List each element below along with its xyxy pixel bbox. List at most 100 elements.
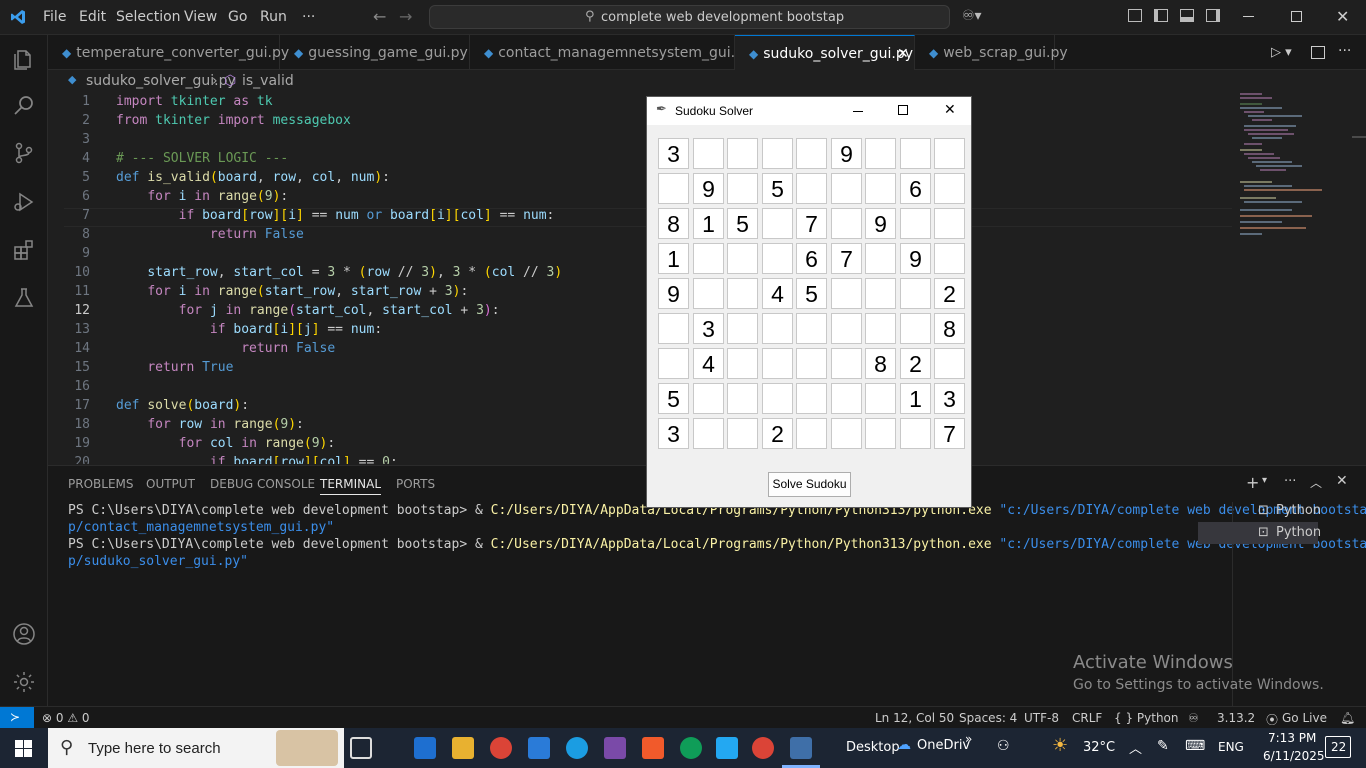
sudoku-cell[interactable] [658,173,689,204]
minimap[interactable] [1232,92,1366,464]
sudoku-cell[interactable]: 6 [900,173,931,204]
sudoku-cell[interactable]: 5 [658,383,689,414]
testing-flask-icon[interactable] [12,286,36,310]
sudoku-cell[interactable] [796,173,827,204]
tab-problems[interactable]: PROBLEMS [68,477,134,491]
clock-date[interactable]: 6/11/2025 [1263,749,1325,763]
sudoku-cell[interactable] [658,348,689,379]
tab-output[interactable]: OUTPUT [146,477,195,491]
sudoku-cell[interactable] [727,348,758,379]
breadcrumb-symbol[interactable]: is_valid [242,73,294,89]
sudoku-cell[interactable] [693,418,724,449]
sudoku-cell[interactable]: 8 [658,208,689,239]
sudoku-cell[interactable] [727,173,758,204]
sudoku-cell[interactable] [900,313,931,344]
sudoku-cell[interactable] [762,383,793,414]
pen-icon[interactable]: ✎ [1157,738,1169,754]
sudoku-cell[interactable] [831,208,862,239]
sudoku-cell[interactable] [865,383,896,414]
sudoku-cell[interactable] [865,173,896,204]
sudoku-cell[interactable]: 9 [865,208,896,239]
menu-more[interactable]: ··· [302,9,315,25]
sudoku-cell[interactable] [727,278,758,309]
sudoku-cell[interactable] [831,348,862,379]
sudoku-cell[interactable]: 1 [900,383,931,414]
menu-run[interactable]: Run [260,9,287,25]
menu-view[interactable]: View [184,9,217,25]
minimap-slider[interactable] [1352,136,1366,138]
python-tk-window-icon[interactable] [790,737,812,759]
clock-time[interactable]: 7:13 PM [1268,731,1316,745]
sudoku-cell[interactable] [865,418,896,449]
sudoku-cell[interactable] [796,348,827,379]
menu-go[interactable]: Go [228,9,247,25]
sudoku-cell[interactable] [762,138,793,169]
back-arrow-icon[interactable]: ← [373,7,386,26]
run-debug-icon[interactable] [12,190,36,214]
panel-more-icon[interactable]: ··· [1284,474,1296,489]
sudoku-cell[interactable] [658,313,689,344]
python-version[interactable]: 3.13.2 [1217,711,1255,725]
sudoku-cell[interactable] [934,173,965,204]
input-language[interactable]: ENG [1218,740,1244,754]
sudoku-cell[interactable] [831,173,862,204]
toolbar-overflow-icon[interactable]: » [965,732,972,746]
sudoku-cell[interactable]: 8 [934,313,965,344]
sudoku-cell[interactable] [727,313,758,344]
sudoku-cell[interactable]: 2 [762,418,793,449]
windows-start-icon[interactable] [15,740,32,757]
sudoku-cell[interactable]: 5 [727,208,758,239]
forward-arrow-icon[interactable]: → [399,7,412,26]
taskbar-search[interactable]: ⚲ Type here to search [48,728,344,768]
tab-debug-console[interactable]: DEBUG CONSOLE [210,477,315,491]
account-icon[interactable] [12,622,36,646]
sudoku-cell[interactable]: 3 [934,383,965,414]
remote-indicator[interactable]: ≻ [0,707,34,729]
problems-count[interactable]: ⊗ 0 ⚠ 0 [42,711,90,725]
end-of-line[interactable]: CRLF [1072,711,1102,725]
sudoku-cell[interactable] [934,243,965,274]
source-control-icon[interactable] [12,141,36,165]
restore-icon[interactable] [1291,11,1302,22]
search-view-icon[interactable] [12,93,36,117]
split-editor-icon[interactable] [1311,46,1325,59]
menu-file[interactable]: File [43,9,66,25]
chrome-profile-2-icon[interactable] [752,737,774,759]
mail-icon[interactable] [528,737,550,759]
sudoku-cell[interactable]: 2 [934,278,965,309]
sudoku-cell[interactable] [934,348,965,379]
sudoku-cell[interactable] [831,278,862,309]
sudoku-cell[interactable] [796,138,827,169]
sudoku-cell[interactable] [831,383,862,414]
sudoku-cell[interactable] [900,418,931,449]
sudoku-cell[interactable]: 9 [831,138,862,169]
sudoku-cell[interactable] [727,418,758,449]
weather-temp[interactable]: 32°C [1083,740,1115,755]
toggle-panel-icon[interactable] [1180,9,1194,22]
sudoku-cell[interactable] [762,348,793,379]
sudoku-cell[interactable]: 1 [693,208,724,239]
sudoku-cell[interactable] [934,208,965,239]
sudoku-cell[interactable] [934,138,965,169]
sudoku-cell[interactable] [796,313,827,344]
sudoku-cell[interactable] [693,383,724,414]
terminal-dropdown-icon[interactable]: ▾ [1262,475,1267,486]
edge-icon[interactable] [566,737,588,759]
sudoku-cell[interactable] [865,313,896,344]
minimize-icon[interactable] [1243,16,1254,17]
more-actions-icon[interactable]: ··· [1338,43,1351,59]
toggle-secondary-sidebar-icon[interactable] [1206,9,1220,22]
toggle-sidebar-icon[interactable] [1154,9,1168,22]
new-terminal-icon[interactable]: + [1246,473,1259,492]
sudoku-cell[interactable] [762,313,793,344]
sudoku-cell[interactable] [693,138,724,169]
sudoku-cell[interactable]: 9 [900,243,931,274]
tab-ports[interactable]: PORTS [396,477,435,491]
sudoku-cell[interactable] [900,278,931,309]
notifications-bell-icon[interactable]: 🔔︎ [1340,711,1355,725]
chrome-profile-icon[interactable] [680,737,702,759]
sudoku-cell[interactable] [865,278,896,309]
file-explorer-icon[interactable] [452,737,474,759]
language-mode[interactable]: { } Python [1114,711,1179,725]
tab-web-scrap[interactable]: ◆ web_scrap_gui.py [915,35,1068,70]
